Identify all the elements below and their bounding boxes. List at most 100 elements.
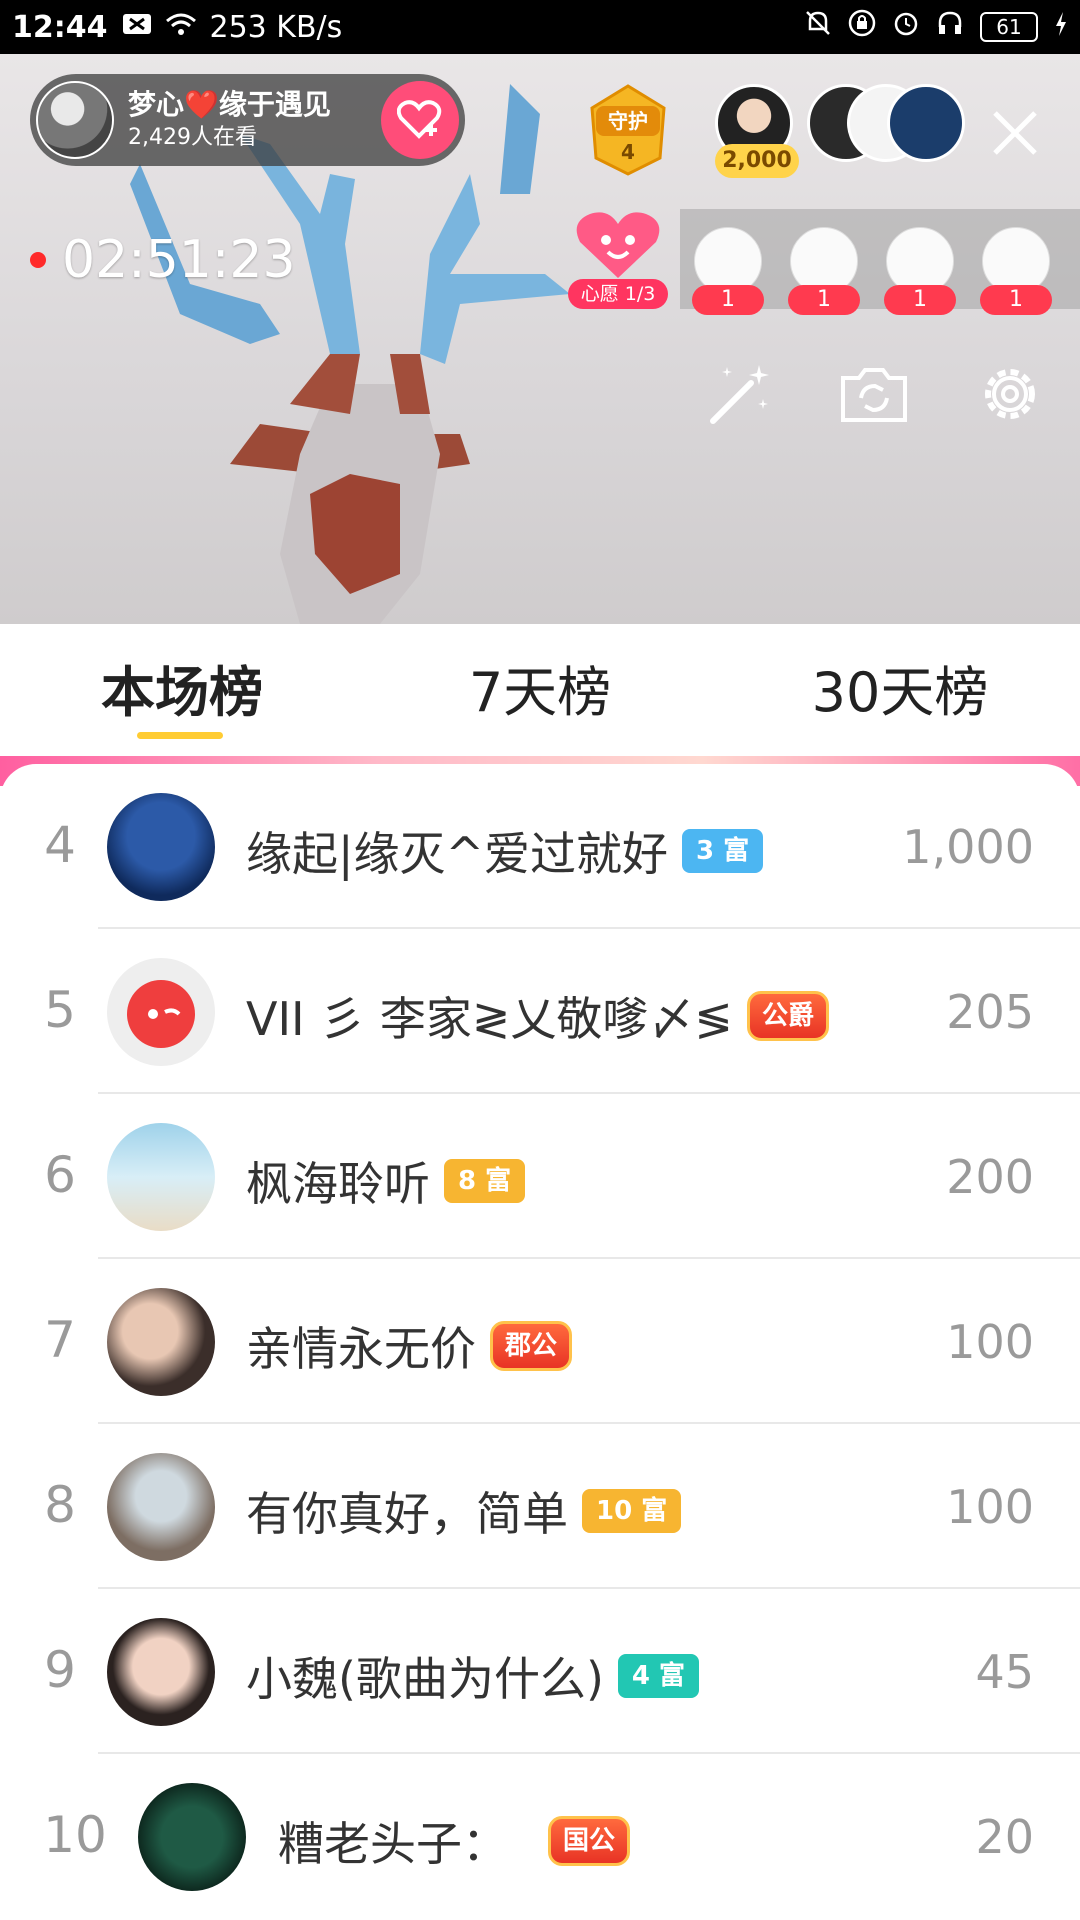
- battery-indicator: 61: [980, 12, 1038, 42]
- rank-number: 4: [44, 816, 76, 874]
- guard-badge[interactable]: 守护 4: [582, 78, 674, 178]
- user-avatar[interactable]: [138, 1783, 246, 1891]
- recording-dot-icon: [30, 252, 46, 268]
- ranking-row[interactable]: 9 小魏(歌曲为什么) 4 富 45: [0, 1589, 1080, 1754]
- wish-badge[interactable]: 心愿 1/3: [568, 204, 668, 314]
- fan-score: 2,000: [715, 144, 799, 178]
- switch-camera-button[interactable]: [834, 354, 914, 434]
- wish-contributor-3[interactable]: 1: [884, 227, 956, 315]
- user-name: 糟老头子：: [278, 1817, 508, 1871]
- rank-number: 5: [44, 981, 76, 1039]
- weibo-logo-icon: [127, 980, 195, 1048]
- fan-avatar-4[interactable]: [887, 84, 965, 162]
- contribution-score: 1,000: [902, 820, 1034, 874]
- host-name: 梦心❤️缘于遇见: [128, 88, 331, 121]
- contributor-count: 1: [980, 285, 1052, 315]
- user-name-wrap: 枫海聆听 8 富: [246, 1148, 526, 1214]
- wealth-level-badge: 10 富: [582, 1489, 682, 1533]
- follow-button[interactable]: [381, 81, 459, 159]
- contribution-score: 100: [946, 1480, 1034, 1534]
- lock-icon: [848, 9, 876, 45]
- user-avatar[interactable]: [107, 1453, 215, 1561]
- user-avatar[interactable]: [107, 793, 215, 901]
- contributor-count: 1: [692, 285, 764, 315]
- contributor-count: 1: [884, 285, 956, 315]
- wish-contributors[interactable]: 1 1 1 1: [680, 209, 1080, 315]
- user-name-wrap: 糟老头子： 国公: [278, 1808, 631, 1874]
- rank-number: 6: [44, 1146, 76, 1204]
- gear-icon: [985, 369, 1035, 419]
- wish-contributor-2[interactable]: 1: [788, 227, 860, 315]
- noble-title-badge: 公爵: [746, 991, 829, 1041]
- network-speed: 253 KB/s: [209, 9, 343, 45]
- rank-number: 8: [44, 1476, 76, 1534]
- user-name-wrap: VII 彡 李家≷乂敬嗲〆≶ 公爵: [246, 983, 829, 1049]
- smiling-heart-icon: [576, 212, 660, 278]
- leaderboard-tabs: 本场榜 7天榜 30天榜: [0, 624, 1080, 739]
- contribution-score: 205: [946, 985, 1034, 1039]
- camera-switch-icon: [841, 368, 907, 422]
- ranking-row[interactable]: 5 VII 彡 李家≷乂敬嗲〆≶ 公爵 205: [0, 929, 1080, 1094]
- ranking-row[interactable]: 8 有你真好，简单 10 富 100: [0, 1424, 1080, 1589]
- close-icon: [993, 111, 1037, 155]
- settings-button[interactable]: [970, 354, 1050, 434]
- user-avatar[interactable]: [107, 1618, 215, 1726]
- user-name: 枫海聆听: [246, 1157, 430, 1211]
- user-name: 缘起|缘灭^爱过就好: [246, 827, 669, 881]
- host-avatar[interactable]: [36, 81, 114, 159]
- mute-bell-icon: [804, 9, 832, 45]
- rank-number: 10: [43, 1806, 107, 1864]
- active-tab-indicator: [137, 732, 223, 739]
- user-name-wrap: 有你真好，简单 10 富: [246, 1478, 682, 1544]
- noble-title-badge: 国公: [548, 1816, 631, 1866]
- heart-plus-icon: [397, 100, 442, 139]
- user-name: 亲情永无价: [246, 1322, 476, 1376]
- alarm-icon: [892, 9, 920, 45]
- wealth-level-badge: 3 富: [682, 829, 764, 873]
- elapsed-time: 02:51:23: [62, 230, 296, 290]
- beauty-wand-button[interactable]: [698, 354, 778, 434]
- ranking-list: 4 缘起|缘灭^爱过就好 3 富 1,000 5 VII 彡 李家≷乂敬嗲〆≶ …: [0, 764, 1080, 1920]
- wish-contributor-4[interactable]: 1: [980, 227, 1052, 315]
- user-avatar[interactable]: [107, 1123, 215, 1231]
- tab-7-days[interactable]: 7天榜: [390, 648, 690, 727]
- wish-contributor-1[interactable]: 1: [692, 227, 764, 315]
- wealth-level-badge: 4 富: [617, 1654, 700, 1698]
- ranking-row[interactable]: 7 亲情永无价 郡公 100: [0, 1259, 1080, 1424]
- status-icons: 61: [804, 9, 1068, 45]
- noble-title-badge: 郡公: [490, 1321, 573, 1371]
- magic-wand-icon: [710, 365, 769, 424]
- notification-icon: [122, 10, 152, 45]
- status-time: 12:44: [12, 9, 108, 45]
- user-avatar[interactable]: [107, 958, 215, 1066]
- wish-progress: 心愿 1/3: [568, 279, 668, 309]
- status-bar: 12:44 253 KB/s 61: [0, 0, 1080, 54]
- wifi-icon: [164, 10, 198, 45]
- ranking-row[interactable]: 6 枫海聆听 8 富 200: [0, 1094, 1080, 1259]
- headphones-icon: [936, 9, 964, 45]
- user-name-wrap: 小魏(歌曲为什么) 4 富: [246, 1643, 700, 1709]
- ranking-row[interactable]: 4 缘起|缘灭^爱过就好 3 富 1,000: [0, 764, 1080, 929]
- guard-label: 守护: [608, 109, 648, 133]
- user-name: 有你真好，简单: [246, 1487, 568, 1541]
- live-video-area[interactable]: 梦心❤️缘于遇见 2,429人在看 守护 4 2,000 02:51:23 心愿…: [0, 54, 1080, 624]
- user-name-wrap: 亲情永无价 郡公: [246, 1313, 573, 1379]
- host-info-pill[interactable]: 梦心❤️缘于遇见 2,429人在看: [30, 74, 465, 166]
- user-name: 小魏(歌曲为什么): [246, 1652, 604, 1706]
- rank-number: 9: [44, 1641, 76, 1699]
- tab-current-show[interactable]: 本场榜: [32, 648, 332, 727]
- user-name: VII 彡 李家≷乂敬嗲〆≶: [246, 992, 733, 1046]
- user-name-wrap: 缘起|缘灭^爱过就好 3 富: [246, 818, 764, 884]
- contribution-score: 200: [946, 1150, 1034, 1204]
- guard-count: 4: [621, 140, 635, 164]
- ranking-row[interactable]: 10 糟老头子： 国公 20: [0, 1754, 1080, 1919]
- tab-30-days[interactable]: 30天榜: [750, 648, 1050, 727]
- contributor-count: 1: [788, 285, 860, 315]
- close-button[interactable]: [980, 98, 1050, 168]
- viewer-count: 2,429人在看: [128, 125, 257, 150]
- contribution-score: 100: [946, 1315, 1034, 1369]
- user-avatar[interactable]: [107, 1288, 215, 1396]
- wealth-level-badge: 8 富: [444, 1159, 526, 1203]
- contribution-score: 20: [975, 1810, 1034, 1864]
- charging-icon: [1054, 10, 1068, 45]
